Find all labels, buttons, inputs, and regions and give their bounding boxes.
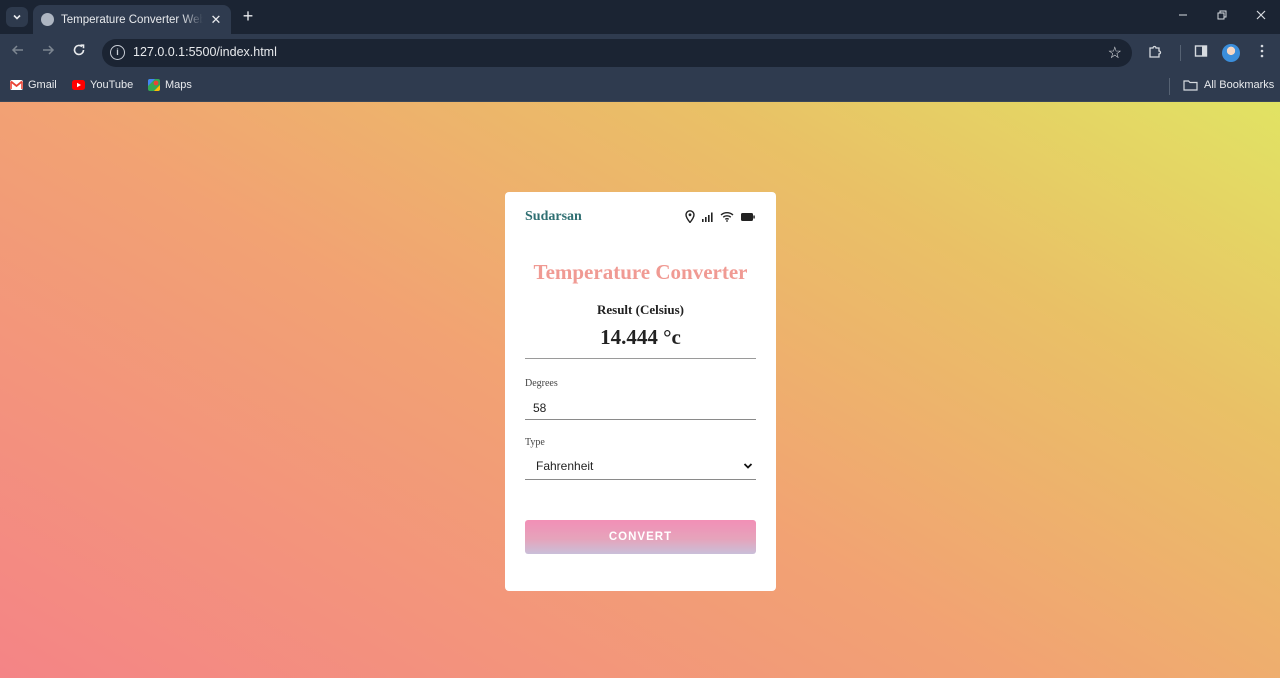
bookmarks-separator xyxy=(1169,78,1170,95)
location-icon xyxy=(685,210,695,223)
address-bar[interactable]: i 127.0.0.1:5500/index.html ☆ xyxy=(102,39,1132,67)
url-text[interactable]: 127.0.0.1:5500/index.html xyxy=(133,45,277,59)
folder-icon xyxy=(1183,80,1198,91)
page-title: Temperature Converter xyxy=(533,260,748,284)
restore-button[interactable] xyxy=(1212,8,1232,26)
tab-search-button[interactable] xyxy=(6,7,28,27)
minimize-button[interactable] xyxy=(1173,8,1193,26)
battery-icon xyxy=(741,212,755,221)
signal-icon xyxy=(702,212,713,222)
degrees-input[interactable] xyxy=(525,396,756,420)
type-select-value: Fahrenheit xyxy=(536,459,594,473)
menu-button[interactable] xyxy=(1252,43,1272,63)
chevron-down-icon xyxy=(13,14,21,20)
bookmark-youtube[interactable]: YouTube xyxy=(72,79,133,91)
site-info-icon[interactable]: i xyxy=(110,45,125,60)
bookmark-gmail[interactable]: Gmail xyxy=(10,79,57,91)
maps-icon xyxy=(148,79,160,91)
close-window-button[interactable] xyxy=(1251,8,1271,26)
back-button[interactable] xyxy=(8,43,28,63)
forward-button[interactable] xyxy=(38,43,58,63)
wifi-icon xyxy=(720,212,734,222)
all-bookmarks-button[interactable]: All Bookmarks xyxy=(1183,79,1274,91)
all-bookmarks-label: All Bookmarks xyxy=(1204,79,1275,91)
result-value: 14.444 °c xyxy=(600,325,681,349)
close-icon xyxy=(1256,10,1266,20)
tab-title: Temperature Converter Website xyxy=(61,13,203,26)
reload-icon xyxy=(73,44,85,56)
more-vert-icon xyxy=(1260,44,1264,58)
bookmark-label: YouTube xyxy=(90,79,134,91)
browser-tab[interactable]: Temperature Converter Website ✕ xyxy=(33,5,231,34)
youtube-icon xyxy=(72,80,85,90)
side-panel-icon xyxy=(1194,45,1208,57)
converter-card: Sudarsan Temperature Converter Result (C… xyxy=(505,192,776,591)
type-select[interactable]: Fahrenheit xyxy=(525,454,756,480)
extensions-button[interactable] xyxy=(1145,43,1165,63)
new-tab-button[interactable]: + xyxy=(238,6,258,26)
type-label: Type xyxy=(525,437,545,448)
result-divider xyxy=(525,358,756,359)
bookmark-label: Maps xyxy=(165,79,192,91)
globe-icon xyxy=(41,13,54,26)
arrow-left-icon xyxy=(11,45,23,55)
profile-avatar[interactable] xyxy=(1222,44,1240,62)
convert-button[interactable]: CONVERT xyxy=(525,520,756,554)
side-panel-button[interactable] xyxy=(1191,43,1211,63)
degrees-label: Degrees xyxy=(525,378,558,389)
brand-name: Sudarsan xyxy=(525,209,582,224)
page-viewport: Sudarsan Temperature Converter Result (C… xyxy=(0,102,1280,678)
result-label: Result (Celsius) xyxy=(596,302,685,317)
toolbar-separator xyxy=(1180,45,1181,61)
reload-button[interactable] xyxy=(69,43,89,63)
puzzle-icon xyxy=(1149,45,1162,58)
bookmark-label: Gmail xyxy=(28,79,57,91)
minimize-icon xyxy=(1179,14,1187,16)
browser-toolbar: i 127.0.0.1:5500/index.html ☆ xyxy=(0,34,1280,72)
restore-icon xyxy=(1217,10,1227,20)
status-icons xyxy=(685,210,755,223)
bookmark-star-icon[interactable]: ☆ xyxy=(1108,43,1122,63)
bookmarks-bar: Gmail YouTube Maps All Bookmarks xyxy=(0,72,1280,102)
gmail-icon xyxy=(10,80,23,90)
tab-close-button[interactable]: ✕ xyxy=(209,12,223,28)
arrow-right-icon xyxy=(43,45,55,55)
bookmark-maps[interactable]: Maps xyxy=(148,79,192,91)
chevron-down-icon xyxy=(743,463,753,469)
browser-tab-bar: Temperature Converter Website ✕ + xyxy=(0,0,1280,34)
